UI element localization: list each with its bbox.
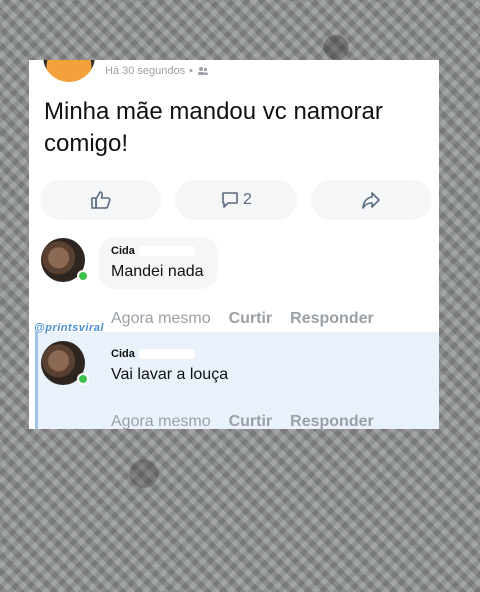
watermark: @printsviral bbox=[34, 322, 104, 334]
audience-icon bbox=[197, 66, 209, 76]
comment-reply-link[interactable]: Responder bbox=[290, 310, 374, 328]
post-time-text: Há 30 segundos bbox=[105, 65, 186, 77]
post-actions: 2 bbox=[40, 180, 432, 220]
commenter-name[interactable]: Cida bbox=[111, 245, 135, 257]
post-card: Há 30 segundos • Minha mãe mandou vc nam… bbox=[29, 60, 439, 429]
share-button[interactable] bbox=[310, 180, 432, 220]
reply-reply-link[interactable]: Responder bbox=[290, 413, 374, 429]
poster-avatar[interactable] bbox=[43, 60, 95, 82]
share-icon bbox=[361, 190, 381, 210]
comment-button[interactable]: 2 bbox=[175, 180, 297, 220]
reply-text: Vai lavar a louça bbox=[111, 366, 229, 383]
comment-meta: Agora mesmo Curtir Responder bbox=[111, 310, 374, 328]
post-header: Há 30 segundos • bbox=[43, 60, 209, 82]
name-redaction bbox=[138, 246, 195, 256]
post-timestamp: Há 30 segundos • bbox=[105, 65, 209, 77]
post-text: Minha mãe mandou vc namorar comigo! bbox=[44, 98, 383, 157]
online-status-icon bbox=[77, 270, 89, 282]
reply-name-row: Cida bbox=[111, 348, 228, 360]
thumbs-up-icon bbox=[90, 190, 112, 210]
comment-icon bbox=[220, 190, 240, 210]
commenter-name-row: Cida bbox=[111, 245, 204, 257]
reply-like-link[interactable]: Curtir bbox=[229, 413, 273, 429]
reply-bubble: Cida Vai lavar a louça bbox=[99, 340, 242, 392]
reply-time: Agora mesmo bbox=[111, 413, 211, 429]
comment-like-link[interactable]: Curtir bbox=[229, 310, 273, 328]
comment-time: Agora mesmo bbox=[111, 310, 211, 327]
post-separator: • bbox=[189, 65, 193, 77]
online-status-icon bbox=[77, 373, 89, 385]
comment-text: Mandei nada bbox=[111, 263, 204, 280]
reply-name[interactable]: Cida bbox=[111, 348, 135, 360]
comment-count: 2 bbox=[243, 191, 252, 208]
comment-bubble: Cida Mandei nada bbox=[99, 237, 218, 289]
like-button[interactable] bbox=[40, 180, 162, 220]
name-redaction bbox=[138, 349, 195, 359]
reply-meta: Agora mesmo Curtir Responder bbox=[111, 413, 374, 429]
